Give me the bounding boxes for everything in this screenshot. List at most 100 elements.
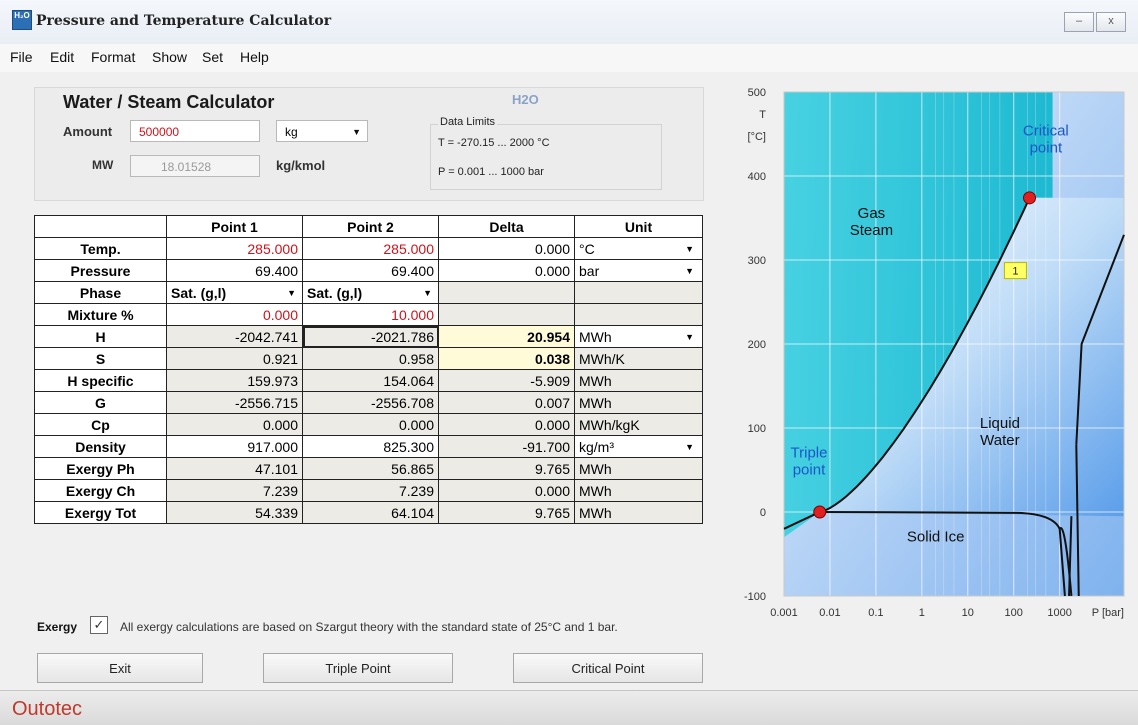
- pressure-point1-input[interactable]: 69.400: [166, 259, 303, 282]
- s-point1: 0.921: [166, 347, 303, 370]
- h-delta: 20.954: [438, 325, 575, 348]
- header-point1: Point 1: [166, 215, 303, 238]
- temp-point1-input[interactable]: 285.000: [166, 237, 303, 260]
- exergy-checkbox[interactable]: ✓: [90, 616, 108, 634]
- critical-point-label: point: [1030, 140, 1063, 157]
- critical-point-label: Critical: [1023, 123, 1069, 140]
- gas-region-label: Steam: [850, 222, 893, 239]
- pressure-unit-value: bar: [579, 262, 600, 279]
- minimize-button[interactable]: –: [1064, 12, 1094, 32]
- chevron-down-icon: ▼: [352, 127, 361, 137]
- exergy-label: Exergy: [37, 620, 78, 634]
- triple-point-label: Triple: [791, 444, 828, 461]
- menu-edit[interactable]: Edit: [50, 49, 74, 65]
- extot-delta: 9.765: [438, 501, 575, 524]
- y-tick-label: 100: [748, 423, 766, 435]
- amount-input[interactable]: 500000: [130, 120, 260, 142]
- temp-unit-select[interactable]: °C ▼: [574, 237, 703, 260]
- pressure-point2-input[interactable]: 69.400: [302, 259, 439, 282]
- limits-pressure: P = 0.001 ... 1000 bar: [438, 166, 544, 178]
- table-row-cp: Cp 0.000 0.000 0.000 MWh/kgK: [34, 413, 703, 436]
- x-tick-label: 100: [1005, 607, 1023, 619]
- row-label: Mixture %: [34, 303, 167, 326]
- exergy-note: All exergy calculations are based on Sza…: [120, 620, 618, 634]
- mw-label: MW: [92, 158, 114, 172]
- x-tick-label: 0.001: [770, 607, 798, 619]
- exph-point2: 56.865: [302, 457, 439, 480]
- table-header-row: Point 1 Point 2 Delta Unit: [34, 215, 703, 238]
- limits-temperature: T = -270.15 ... 2000 °C: [438, 137, 550, 149]
- exch-unit: MWh: [574, 479, 703, 502]
- phase-point2-select[interactable]: Sat. (g,l) ▼: [302, 281, 439, 304]
- pressure-unit-select[interactable]: bar ▼: [574, 259, 703, 282]
- results-table: Point 1 Point 2 Delta Unit Temp. 285.000…: [34, 215, 703, 524]
- density-point2-input[interactable]: 825.300: [302, 435, 439, 458]
- row-label: G: [34, 391, 167, 414]
- phase-point1-select[interactable]: Sat. (g,l) ▼: [166, 281, 303, 304]
- h-point1: -2042.741: [166, 325, 303, 348]
- density-point1-input[interactable]: 917.000: [166, 435, 303, 458]
- x-tick-label: 10: [962, 607, 974, 619]
- temp-delta: 0.000: [438, 237, 575, 260]
- h-point2-selected-cell[interactable]: -2021.786: [302, 325, 439, 348]
- mixture-point1-input[interactable]: 0.000: [166, 303, 303, 326]
- exit-button[interactable]: Exit: [37, 653, 203, 683]
- phase-unit: [574, 281, 703, 304]
- y-tick-label: 300: [748, 255, 766, 267]
- y-axis-label: T: [759, 109, 766, 121]
- app-icon: H₂O: [12, 10, 32, 30]
- extot-point2: 64.104: [302, 501, 439, 524]
- chevron-down-icon: ▼: [287, 288, 296, 298]
- table-row-temp: Temp. 285.000 285.000 0.000 °C ▼: [34, 237, 703, 260]
- extot-point1: 54.339: [166, 501, 303, 524]
- density-unit-select[interactable]: kg/m³ ▼: [574, 435, 703, 458]
- row-label: Density: [34, 435, 167, 458]
- s-point2: 0.958: [302, 347, 439, 370]
- chevron-down-icon: ▼: [423, 288, 432, 298]
- menu-set[interactable]: Set: [202, 49, 223, 65]
- phase-delta: [438, 281, 575, 304]
- brand-logo: Outotec: [12, 698, 83, 720]
- chevron-down-icon: ▼: [685, 442, 694, 452]
- close-button[interactable]: x: [1096, 12, 1126, 32]
- chevron-down-icon: ▼: [685, 244, 694, 254]
- h-unit-select[interactable]: MWh ▼: [574, 325, 703, 348]
- y-tick-label: 200: [748, 339, 766, 351]
- temp-point2-input[interactable]: 285.000: [302, 237, 439, 260]
- table-row-h-specific: H specific 159.973 154.064 -5.909 MWh: [34, 369, 703, 392]
- s-unit: MWh/K: [574, 347, 703, 370]
- data-limits-box: [430, 124, 662, 190]
- chevron-down-icon: ▼: [685, 266, 694, 276]
- hspec-point2: 154.064: [302, 369, 439, 392]
- y-tick-label: -100: [744, 591, 766, 603]
- density-unit-value: kg/m³: [579, 438, 614, 455]
- row-label: Cp: [34, 413, 167, 436]
- menu-show[interactable]: Show: [152, 49, 187, 65]
- row-label: S: [34, 347, 167, 370]
- x-tick-label: 0.1: [868, 607, 883, 619]
- h-unit-value: MWh: [579, 328, 612, 345]
- menu-help[interactable]: Help: [240, 49, 269, 65]
- mixture-delta: [438, 303, 575, 326]
- exch-delta: 0.000: [438, 479, 575, 502]
- x-axis-label: P [bar]: [1092, 607, 1124, 619]
- cp-unit: MWh/kgK: [574, 413, 703, 436]
- substance-label: H2O: [512, 92, 539, 107]
- critical-point-button[interactable]: Critical Point: [513, 653, 703, 683]
- mixture-point2-input[interactable]: 10.000: [302, 303, 439, 326]
- triple-point-button[interactable]: Triple Point: [263, 653, 453, 683]
- hspec-delta: -5.909: [438, 369, 575, 392]
- temp-unit-value: °C: [579, 240, 595, 257]
- row-label: Pressure: [34, 259, 167, 282]
- table-row-g: G -2556.715 -2556.708 0.007 MWh: [34, 391, 703, 414]
- amount-unit-select[interactable]: kg ▼: [276, 120, 368, 142]
- menu-file[interactable]: File: [10, 49, 33, 65]
- y-tick-label: 400: [748, 171, 766, 183]
- table-row-exergy-ch: Exergy Ch 7.239 7.239 0.000 MWh: [34, 479, 703, 502]
- cp-point2: 0.000: [302, 413, 439, 436]
- row-label: H: [34, 325, 167, 348]
- density-delta: -91.700: [438, 435, 575, 458]
- data-limits-title: Data Limits: [438, 116, 498, 128]
- row-label: Temp.: [34, 237, 167, 260]
- menu-format[interactable]: Format: [91, 49, 135, 65]
